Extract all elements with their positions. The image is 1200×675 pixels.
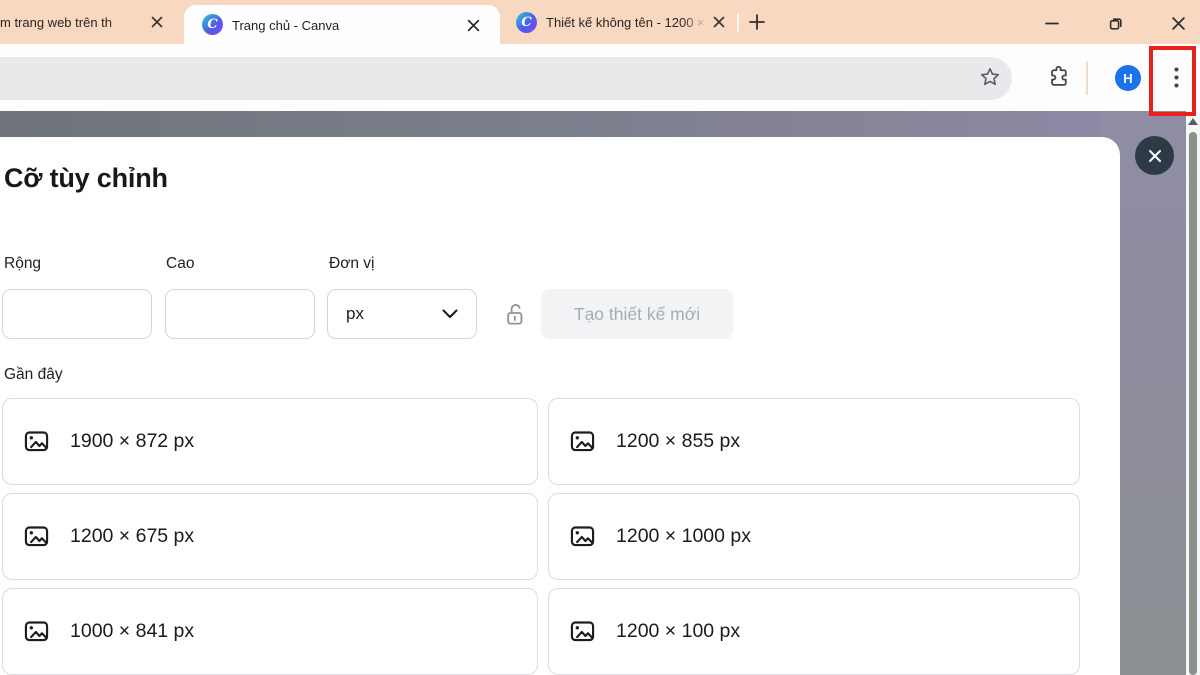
tab-3-close-icon[interactable] xyxy=(710,13,728,31)
toolbar-divider xyxy=(1086,61,1088,95)
new-tab-button[interactable] xyxy=(746,11,768,33)
tab-1-close-icon[interactable] xyxy=(148,13,166,31)
canva-favicon: C xyxy=(202,14,223,35)
size-card-label: 1900 × 872 px xyxy=(70,430,194,453)
browser-tab-strip: m trang web trên th C Trang chủ - Canva … xyxy=(0,0,1200,44)
image-icon xyxy=(23,618,50,645)
scrollbar-thumb[interactable] xyxy=(1189,132,1197,675)
browser-toolbar: H xyxy=(0,44,1200,103)
recent-size-card[interactable]: 1900 × 872 px xyxy=(2,398,538,485)
height-label: Cao xyxy=(166,255,194,273)
create-design-button[interactable]: Tạo thiết kế mới xyxy=(541,289,733,339)
image-icon xyxy=(569,523,596,550)
size-card-label: 1200 × 1000 px xyxy=(616,525,751,548)
tab-title-fade xyxy=(682,15,708,30)
tab-3[interactable]: Thiết kế không tên - 1200 × 675 xyxy=(546,15,708,30)
extensions-puzzle-icon[interactable] xyxy=(1046,64,1071,89)
width-input[interactable] xyxy=(2,289,152,339)
window-restore-button[interactable] xyxy=(1105,12,1127,34)
recent-size-card[interactable]: 1200 × 100 px xyxy=(548,588,1080,675)
dialog-title: Cỡ tùy chỉnh xyxy=(4,163,168,194)
page-scrollbar[interactable] xyxy=(1186,111,1200,675)
tab-2-title: Trang chủ - Canva xyxy=(232,18,442,33)
recent-size-card[interactable]: 1200 × 855 px xyxy=(548,398,1080,485)
size-card-label: 1200 × 855 px xyxy=(616,430,740,453)
size-card-label: 1000 × 841 px xyxy=(70,620,194,643)
recent-size-card[interactable]: 1200 × 675 px xyxy=(2,493,538,580)
tab-2-active[interactable]: C Trang chủ - Canva xyxy=(184,5,500,44)
window-close-button[interactable] xyxy=(1167,12,1189,34)
profile-avatar[interactable]: H xyxy=(1115,65,1141,91)
unlocked-lock-icon[interactable] xyxy=(503,299,527,331)
image-icon xyxy=(23,428,50,455)
tab-1-title: m trang web trên th xyxy=(0,15,112,30)
tab-1[interactable]: m trang web trên th xyxy=(0,15,134,30)
address-bar[interactable] xyxy=(0,57,1012,100)
tab-divider xyxy=(737,13,739,32)
image-icon xyxy=(569,428,596,455)
unit-label: Đơn vị xyxy=(329,255,374,273)
recent-label: Gần đây xyxy=(4,366,63,384)
size-card-label: 1200 × 100 px xyxy=(616,620,740,643)
bookmark-star-icon[interactable] xyxy=(978,65,1002,89)
tab-2-close-icon[interactable] xyxy=(464,16,482,34)
width-label: Rộng xyxy=(4,255,41,273)
scrollbar-up-arrow-icon[interactable] xyxy=(1188,118,1198,125)
unit-select-value: px xyxy=(346,304,364,324)
window-minimize-button[interactable] xyxy=(1041,12,1063,34)
highlight-red-box xyxy=(1149,46,1196,116)
size-card-label: 1200 × 675 px xyxy=(70,525,194,548)
chevron-down-icon xyxy=(442,309,458,319)
image-icon xyxy=(23,523,50,550)
canva-favicon: C xyxy=(516,12,537,33)
recent-size-card[interactable]: 1000 × 841 px xyxy=(2,588,538,675)
recent-size-card[interactable]: 1200 × 1000 px xyxy=(548,493,1080,580)
tab-title-fade xyxy=(108,15,134,30)
dialog-close-button[interactable] xyxy=(1135,136,1174,175)
dimmed-page-header xyxy=(0,111,1104,138)
image-icon xyxy=(569,618,596,645)
unit-select[interactable]: px xyxy=(327,289,477,339)
height-input[interactable] xyxy=(165,289,315,339)
